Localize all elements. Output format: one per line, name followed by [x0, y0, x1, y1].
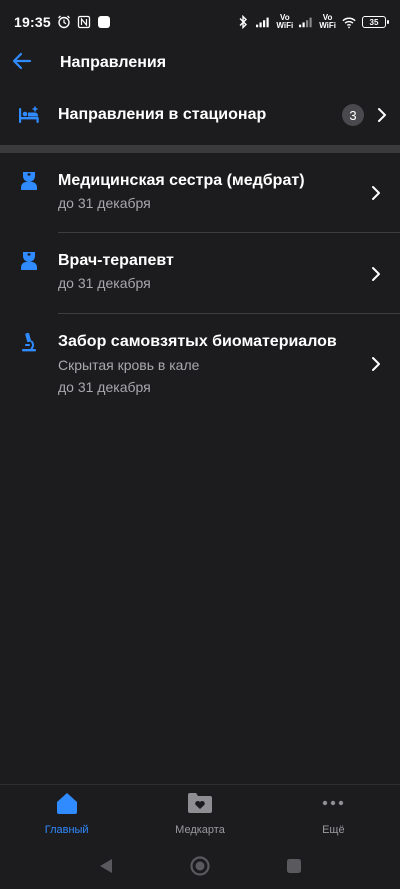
referral-list: Медицинская сестра (медбрат) до 31 декаб… — [0, 153, 400, 414]
section-separator — [0, 145, 400, 153]
system-home-button[interactable] — [188, 854, 212, 878]
back-button[interactable] — [0, 44, 44, 82]
status-time: 19:35 — [14, 14, 51, 30]
bluetooth-icon — [236, 15, 250, 29]
bottom-navigation: Главный Медкарта Ещё — [0, 784, 400, 842]
nav-more[interactable]: Ещё — [267, 785, 400, 842]
wifi-icon — [342, 15, 356, 29]
alarm-icon — [57, 15, 71, 29]
chevron-right-icon — [358, 314, 394, 414]
hospital-referrals-label: Направления в стационар — [58, 106, 267, 123]
item-title: Забор самовзятых биоматериалов — [58, 333, 337, 350]
signal-icon — [299, 15, 313, 29]
microscope-icon — [0, 314, 58, 414]
status-bar: 19:35 Vo WiFi Vo WiFi 35 — [0, 0, 400, 44]
nurse-icon — [0, 153, 58, 233]
app-notification-icon — [97, 15, 111, 29]
signal-icon — [256, 15, 270, 29]
battery-indicator: 35 — [362, 16, 389, 28]
volte-wifi-label: Vo WiFi — [319, 13, 336, 30]
item-title: Медицинская сестра (медбрат) — [58, 172, 305, 189]
screen: 19:35 Vo WiFi Vo WiFi 35 Направления Нап… — [0, 0, 400, 889]
chevron-right-icon — [358, 153, 394, 233]
count-badge: 3 — [342, 104, 364, 126]
list-item[interactable]: Врач-терапевт до 31 декабря — [0, 233, 400, 314]
item-date: до 31 декабря — [58, 195, 151, 211]
list-item[interactable]: Забор самовзятых биоматериалов Скрытая к… — [0, 314, 400, 414]
item-date: до 31 декабря — [58, 275, 151, 291]
system-navigation-bar — [0, 842, 400, 889]
nav-home[interactable]: Главный — [0, 785, 133, 842]
arrow-left-icon — [12, 52, 32, 75]
nav-more-label: Ещё — [322, 823, 345, 836]
home-icon — [55, 792, 79, 819]
item-subtitle: Скрытая кровь в кале — [58, 357, 200, 373]
more-dots-icon — [321, 792, 345, 819]
nav-home-label: Главный — [44, 823, 89, 836]
nav-medical-record[interactable]: Медкарта — [133, 785, 266, 842]
nav-medical-record-label: Медкарта — [175, 823, 225, 836]
system-back-button[interactable] — [94, 854, 118, 878]
app-bar: Направления — [0, 44, 400, 82]
chevron-right-icon — [358, 233, 394, 314]
chevron-right-icon — [364, 107, 400, 123]
nfc-icon — [77, 15, 91, 29]
volte-wifi-label: Vo WiFi — [276, 13, 294, 30]
hospital-referrals-row[interactable]: Направления в стационар 3 — [0, 92, 400, 138]
nurse-icon — [0, 233, 58, 314]
page-title: Направления — [60, 54, 167, 71]
folder-heart-icon — [187, 792, 213, 819]
item-date: до 31 декабря — [58, 379, 151, 395]
list-item[interactable]: Медицинская сестра (медбрат) до 31 декаб… — [0, 153, 400, 233]
hospital-bed-icon — [0, 106, 58, 124]
system-recents-button[interactable] — [282, 854, 306, 878]
item-title: Врач-терапевт — [58, 252, 174, 269]
